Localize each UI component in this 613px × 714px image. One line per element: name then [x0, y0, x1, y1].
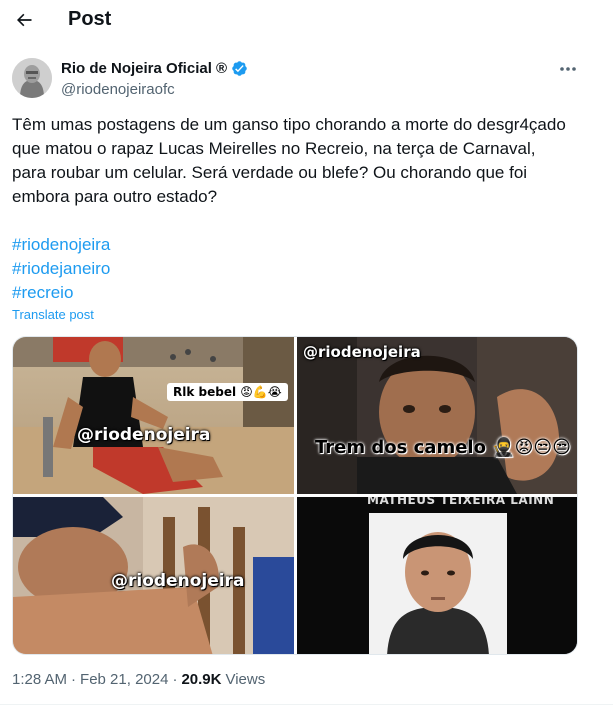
hashtag-link[interactable]: #recreio [12, 281, 110, 305]
hashtag-link[interactable]: #riodejaneiro [12, 257, 110, 281]
media-image-1[interactable]: Rlk bebel 😡💪😭 @riodenojeira [13, 337, 294, 494]
author-name-row: Rio de Nojeira Oficial ® [61, 60, 248, 77]
image-sticker-label: Rlk bebel 😡💪😭 [167, 383, 288, 401]
media-image-3[interactable]: @riodenojeira [13, 497, 294, 654]
hashtag-link[interactable]: #riodenojeira [12, 233, 110, 257]
media-image-2[interactable]: @riodenojeira Trem dos camelo 🥷😡😒😒 [297, 337, 577, 494]
image-watermark: @riodenojeira [111, 571, 245, 591]
image-caption: Trem dos camelo 🥷😡😒😒 [315, 437, 571, 458]
post-text: Têm umas postagens de um ganso tipo chor… [12, 115, 566, 206]
image-watermark: @riodenojeira [303, 343, 421, 361]
divider [0, 704, 613, 705]
avatar[interactable] [12, 58, 52, 98]
views-label: Views [225, 671, 266, 688]
post-time[interactable]: 1:28 AM [12, 671, 67, 688]
back-button[interactable] [12, 8, 36, 32]
caption-text: Trem dos camelo [315, 437, 486, 458]
media-image-4[interactable]: MATHEUS TEIXEIRA LAINN [297, 497, 577, 654]
top-bar: Post [0, 0, 613, 40]
media-grid: Rlk bebel 😡💪😭 @riodenojeira @riodenojeir… [12, 336, 578, 655]
sticker-text: Rlk bebel [173, 385, 237, 399]
views-count: 20.9K [181, 671, 222, 688]
page-title: Post [68, 8, 112, 30]
post-date[interactable]: Feb 21, 2024 [80, 671, 168, 688]
author-handle[interactable]: @riodenojeiraofc [61, 81, 175, 98]
post-meta: 1:28 AM · Feb 21, 2024 · 20.9K Views [12, 671, 265, 688]
caption-emoji: 🥷😡😒😒 [492, 437, 571, 458]
image-watermark: @riodenojeira [77, 425, 211, 445]
translate-post-link[interactable]: Translate post [12, 307, 94, 322]
back-arrow-icon [17, 13, 32, 27]
hashtag-list: #riodenojeira #riodejaneiro #recreio [12, 233, 110, 305]
meta-separator: · [172, 671, 178, 688]
meta-separator: · [71, 671, 77, 688]
author-name[interactable]: Rio de Nojeira Oficial ® [61, 60, 227, 77]
more-options-button[interactable] [558, 60, 578, 78]
image-caption: MATHEUS TEIXEIRA LAINN [367, 497, 555, 507]
more-options-icon [560, 67, 576, 71]
sticker-emoji: 😡💪😭 [240, 385, 282, 399]
verified-badge-icon [231, 60, 248, 77]
